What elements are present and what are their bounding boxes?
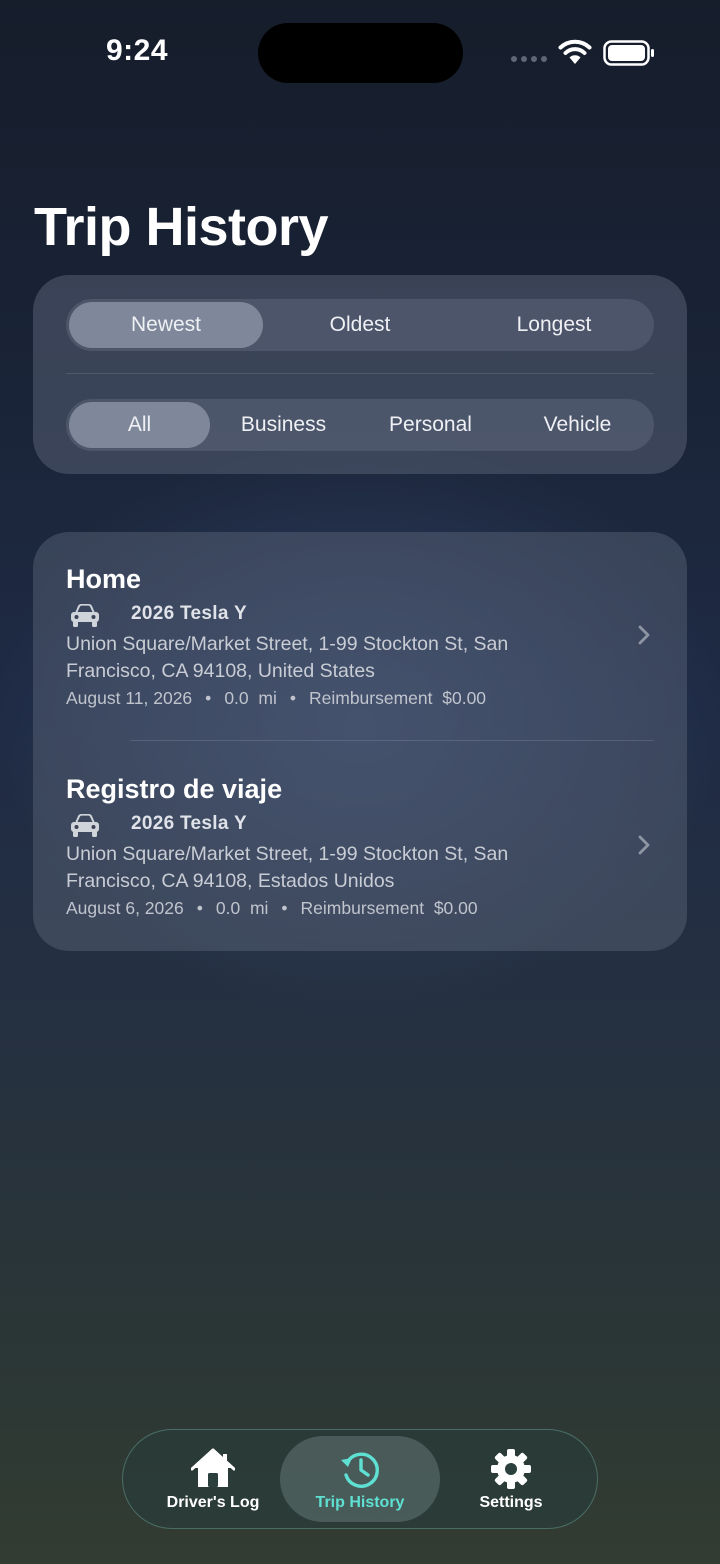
trip-date: August 6, 2026 [66,898,184,918]
trip-vehicle: 2026 Tesla Y [131,813,247,834]
reimbursement-amount: $0.00 [433,898,478,918]
sort-longest-option[interactable]: Longest [457,302,651,348]
filter-business-option[interactable]: Business [210,402,357,448]
filter-personal-option[interactable]: Personal [357,402,504,448]
tab-settings[interactable]: Settings [431,1436,591,1522]
trip-name: Home [66,564,142,594]
tab-drivers-log[interactable]: Driver's Log [133,1436,293,1522]
car-icon [71,604,99,627]
page-title: Trip History [34,197,329,257]
status-time: 9:24 [106,34,169,67]
status-bar: 9:24 [0,0,720,100]
trip-address: Union Square/Market Street, 1-99 Stockto… [66,843,509,892]
chevron-right-icon [638,625,650,645]
house-icon [191,1448,235,1487]
trip-distance-unit: mi [249,898,269,918]
type-segmented-control: All Business Personal Vehicle [66,399,654,451]
cellular-signal-icon [511,56,547,62]
filter-vehicle-option[interactable]: Vehicle [504,402,651,448]
trip-meta: August 11, 2026 • 0.0 mi • Reimbursement… [66,688,487,708]
trip-name: Registro de viaje [66,774,283,804]
battery-icon [603,40,654,66]
tab-trip-history-label: Trip History [315,1494,405,1511]
tab-trip-history[interactable]: Trip History [280,1436,440,1522]
reimbursement-label: Reimbursement [308,688,433,708]
wifi-icon [558,39,592,64]
trip-date: August 11, 2026 [66,688,193,708]
sort-oldest-option[interactable]: Oldest [263,302,457,348]
car-icon [71,814,99,837]
tab-bar: Driver's Log Trip History Settings [122,1429,598,1529]
trip-address: Union Square/Market Street, 1-99 Stockto… [66,633,509,682]
trip-distance: 0.0 [224,688,249,708]
panel-divider [66,373,654,374]
reimbursement-label: Reimbursement [300,898,425,918]
sort-newest-option[interactable]: Newest [69,302,263,348]
reimbursement-amount: $0.00 [442,688,487,708]
trip-list: Home 2026 Tesla Y Union Square/Market St… [33,532,687,951]
trip-meta: August 6, 2026 • 0.0 mi • Reimbursement … [66,898,478,918]
row-divider [130,740,654,741]
trip-row[interactable]: Home 2026 Tesla Y Union Square/Market St… [33,532,687,732]
trip-row[interactable]: Registro de viaje 2026 Tesla Y Union Squ… [33,742,687,942]
chevron-right-icon [638,835,650,855]
trip-distance-unit: mi [258,688,277,708]
tab-settings-label: Settings [479,1494,543,1511]
filter-all-option[interactable]: All [69,402,210,448]
dynamic-island [258,23,463,83]
trip-vehicle: 2026 Tesla Y [131,603,247,624]
gear-icon [491,1449,531,1489]
history-icon [341,1452,379,1488]
tab-drivers-log-label: Driver's Log [166,1494,260,1511]
filter-panel: Newest Oldest Longest All Business Perso… [33,275,687,474]
sort-segmented-control: Newest Oldest Longest [66,299,654,351]
trip-distance: 0.0 [215,898,241,918]
